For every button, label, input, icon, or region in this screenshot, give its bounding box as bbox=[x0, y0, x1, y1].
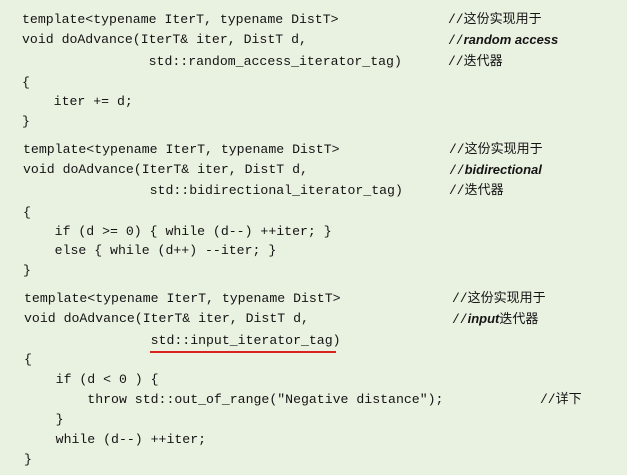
code-line: throw std::out_of_range("Negative distan… bbox=[0, 390, 627, 410]
comment-marker: // bbox=[448, 12, 464, 27]
code-text: } bbox=[22, 114, 30, 129]
code-text: template<typename IterT, typename DistT> bbox=[22, 12, 339, 27]
code-text: template<typename IterT, typename DistT> bbox=[24, 291, 341, 306]
code-line: else { while (d++) --iter; } bbox=[0, 241, 627, 261]
code-text: void doAdvance(IterT& iter, DistT d, bbox=[22, 32, 307, 47]
code-comment: //迭代器 bbox=[448, 52, 503, 72]
comment-text: 这份实现用于 bbox=[467, 291, 546, 306]
code-line: } bbox=[0, 450, 627, 470]
code-text: std::input_iterator_tag) bbox=[24, 333, 341, 348]
code-line: void doAdvance(IterT& iter, DistT d, //ra… bbox=[0, 30, 627, 50]
code-line: std::random_access_iterator_tag) //迭代器 bbox=[0, 52, 627, 72]
code-text: } bbox=[24, 452, 32, 467]
comment-text: 迭代器 bbox=[499, 312, 539, 327]
comment-emphasis: bidirectional bbox=[464, 162, 542, 177]
code-line: template<typename IterT, typename DistT>… bbox=[0, 10, 627, 30]
code-line: { bbox=[0, 203, 627, 223]
code-comment: //这份实现用于 bbox=[452, 289, 546, 309]
code-line: while (d--) ++iter; bbox=[0, 430, 627, 450]
code-text: void doAdvance(IterT& iter, DistT d, bbox=[24, 311, 309, 326]
code-comment: //input迭代器 bbox=[452, 309, 538, 330]
code-text: if (d >= 0) { while (d--) ++iter; } bbox=[23, 224, 332, 239]
code-text: void doAdvance(IterT& iter, DistT d, bbox=[23, 162, 308, 177]
comment-marker: // bbox=[448, 33, 464, 48]
code-comment: //这份实现用于 bbox=[448, 10, 542, 30]
code-line: if (d < 0 ) { bbox=[0, 370, 627, 390]
comment-marker: // bbox=[449, 142, 465, 157]
comment-marker: // bbox=[448, 54, 464, 69]
code-comment: //这份实现用于 bbox=[449, 140, 543, 160]
code-line: iter += d; bbox=[0, 92, 627, 112]
code-text: { bbox=[23, 205, 31, 220]
code-line: template<typename IterT, typename DistT>… bbox=[0, 289, 627, 309]
code-line: { bbox=[0, 73, 627, 93]
code-line: std::input_iterator_tag) bbox=[0, 331, 627, 353]
code-line: std::bidirectional_iterator_tag) //迭代器 bbox=[0, 181, 627, 201]
code-text: std::random_access_iterator_tag) bbox=[22, 54, 402, 69]
comment-marker: // bbox=[452, 312, 468, 327]
code-comment: //详下 bbox=[540, 390, 582, 410]
comment-emphasis: random access bbox=[463, 32, 559, 47]
code-text: } bbox=[23, 263, 31, 278]
code-text: else { while (d++) --iter; } bbox=[23, 243, 277, 258]
comment-marker: // bbox=[449, 183, 465, 198]
comment-marker: // bbox=[449, 163, 465, 178]
code-line: template<typename IterT, typename DistT>… bbox=[0, 140, 627, 160]
comment-text: 详下 bbox=[555, 392, 582, 407]
code-line: { bbox=[0, 350, 627, 370]
code-text: template<typename IterT, typename DistT> bbox=[23, 142, 340, 157]
code-text: } bbox=[24, 412, 64, 427]
comment-text: 迭代器 bbox=[464, 183, 504, 198]
code-text: { bbox=[22, 75, 30, 90]
comment-text: 这份实现用于 bbox=[464, 142, 543, 157]
comment-text: 迭代器 bbox=[463, 54, 503, 69]
code-line: void doAdvance(IterT& iter, DistT d, //in… bbox=[0, 309, 627, 329]
code-line: void doAdvance(IterT& iter, DistT d, //bi… bbox=[0, 160, 627, 180]
comment-marker: // bbox=[452, 291, 468, 306]
comment-emphasis: input bbox=[467, 311, 500, 326]
code-text: std::bidirectional_iterator_tag) bbox=[23, 183, 403, 198]
comment-text: 这份实现用于 bbox=[463, 12, 542, 27]
book-page: template<typename IterT, typename DistT>… bbox=[0, 0, 627, 475]
code-text: while (d--) ++iter; bbox=[24, 432, 207, 447]
code-comment: //迭代器 bbox=[449, 181, 504, 201]
code-comment: //random access bbox=[448, 30, 558, 51]
code-line: } bbox=[0, 410, 627, 430]
code-text: { bbox=[24, 352, 32, 367]
code-text: iter += d; bbox=[22, 94, 133, 109]
code-line: } bbox=[0, 261, 627, 281]
code-line: if (d >= 0) { while (d--) ++iter; } bbox=[0, 222, 627, 242]
code-text: if (d < 0 ) { bbox=[24, 372, 159, 387]
comment-marker: // bbox=[540, 392, 556, 407]
code-text: throw std::out_of_range("Negative distan… bbox=[24, 392, 444, 407]
code-comment: //bidirectional bbox=[449, 160, 542, 181]
code-line: } bbox=[0, 112, 627, 132]
